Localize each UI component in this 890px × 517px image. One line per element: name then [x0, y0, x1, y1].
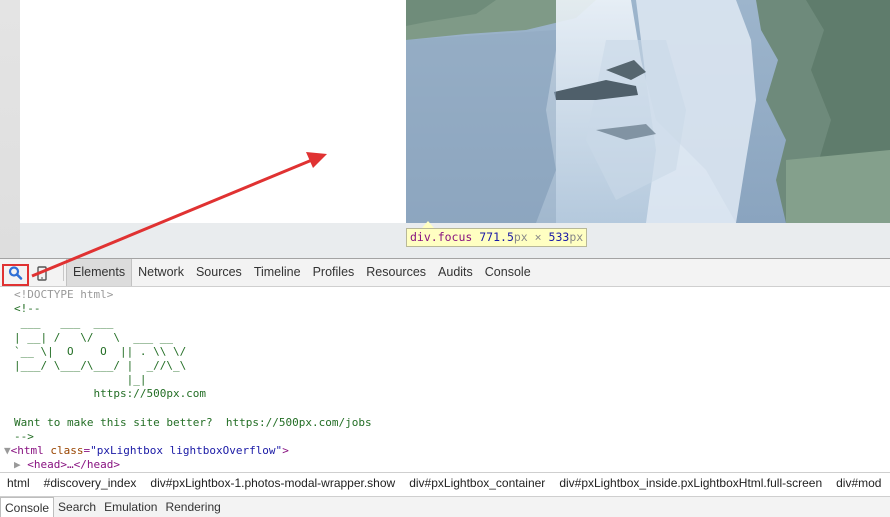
waterfall-image — [406, 0, 890, 223]
tooltip-width: 771.5 — [479, 230, 514, 244]
expand-triangle-icon[interactable]: ▼ — [4, 444, 11, 457]
waterfall-photo[interactable] — [406, 0, 890, 223]
drawer-tab-search[interactable]: Search — [54, 497, 100, 517]
white-content-panel — [20, 0, 406, 223]
ascii-art-line: |_| — [14, 373, 147, 387]
mobile-device-icon[interactable] — [32, 263, 54, 283]
page-viewport: div.focus 771.5px × 533px — [0, 0, 890, 258]
html-attr-value: "pxLightbox lightboxOverflow" — [90, 444, 283, 458]
html-attr-name: class — [50, 444, 84, 458]
collapse-triangle-icon[interactable]: ▶ — [14, 458, 21, 471]
tab-audits[interactable]: Audits — [432, 259, 479, 286]
breadcrumb-item[interactable]: html — [0, 473, 37, 493]
tab-timeline[interactable]: Timeline — [248, 259, 307, 286]
comment-close-line[interactable]: --> — [0, 430, 890, 444]
drawer-tabs: Console Search Emulation Rendering — [0, 496, 890, 517]
tooltip-selector: div.focus — [410, 230, 473, 244]
tooltip-arrow — [422, 221, 434, 228]
html-open-tag: <html — [10, 444, 44, 458]
drawer-tab-rendering[interactable]: Rendering — [161, 497, 224, 517]
ascii-art-line: |___/ \___/\___/ | _//\_\ — [14, 358, 187, 372]
breadcrumb-item[interactable]: div#pxLightbox-1.photos-modal-wrapper.sh… — [143, 473, 402, 493]
tab-network[interactable]: Network — [132, 259, 190, 286]
devtools-toolbar: Elements Network Sources Timeline Profil… — [0, 259, 890, 287]
breadcrumb: html #discovery_index div#pxLightbox-1.p… — [0, 472, 890, 493]
tooltip-width-unit: px — [513, 230, 528, 244]
comment-open-line[interactable]: <!-- — [0, 302, 890, 316]
dom-tree: <!DOCTYPE html> <!-- ___ ___ ___ | __| /… — [0, 288, 890, 472]
ascii-art-line: | __| / \/ \ ___ __ — [14, 330, 173, 344]
ascii-art-line: ___ ___ ___ — [14, 316, 114, 330]
tab-sources[interactable]: Sources — [190, 259, 248, 286]
breadcrumb-item[interactable]: div#pxLightbox_container — [402, 473, 552, 493]
ascii-art-url-line: https://500px.com — [14, 387, 207, 401]
html-tag-close: > — [282, 444, 289, 458]
tab-profiles[interactable]: Profiles — [307, 259, 361, 286]
tooltip-times: × — [534, 230, 542, 244]
html-node-line[interactable]: ▼<html class="pxLightbox lightboxOverflo… — [0, 444, 890, 458]
comment-jobs-line: Want to make this site better? https://5… — [14, 415, 372, 429]
panel-tabs: Elements Network Sources Timeline Profil… — [66, 259, 537, 286]
head-tag: <head>…</head> — [27, 458, 120, 472]
toolbar-separator — [63, 265, 64, 281]
devtools-panel: Elements Network Sources Timeline Profil… — [0, 258, 890, 517]
head-node-line[interactable]: ▶ <head>…</head> — [0, 458, 890, 472]
breadcrumb-item[interactable]: div#pxLightbox_inside.pxLightboxHtml.ful… — [552, 473, 829, 493]
drawer-tab-emulation[interactable]: Emulation — [100, 497, 161, 517]
element-inspect-tooltip: div.focus 771.5px × 533px — [406, 228, 588, 247]
page-background — [0, 0, 20, 258]
drawer-tab-console[interactable]: Console — [0, 497, 55, 517]
magnifier-icon[interactable] — [4, 263, 26, 283]
tooltip-height: 533 — [548, 230, 570, 244]
doctype-line[interactable]: <!DOCTYPE html> — [0, 288, 890, 302]
ascii-art-line: `__ \| O O || . \\ \/ — [14, 344, 187, 358]
tooltip-height-unit: px — [569, 230, 584, 244]
tab-resources[interactable]: Resources — [360, 259, 432, 286]
tab-console[interactable]: Console — [479, 259, 537, 286]
breadcrumb-item[interactable]: div#mod — [829, 473, 888, 493]
tab-elements[interactable]: Elements — [66, 259, 133, 286]
breadcrumb-item[interactable]: #discovery_index — [37, 473, 144, 493]
